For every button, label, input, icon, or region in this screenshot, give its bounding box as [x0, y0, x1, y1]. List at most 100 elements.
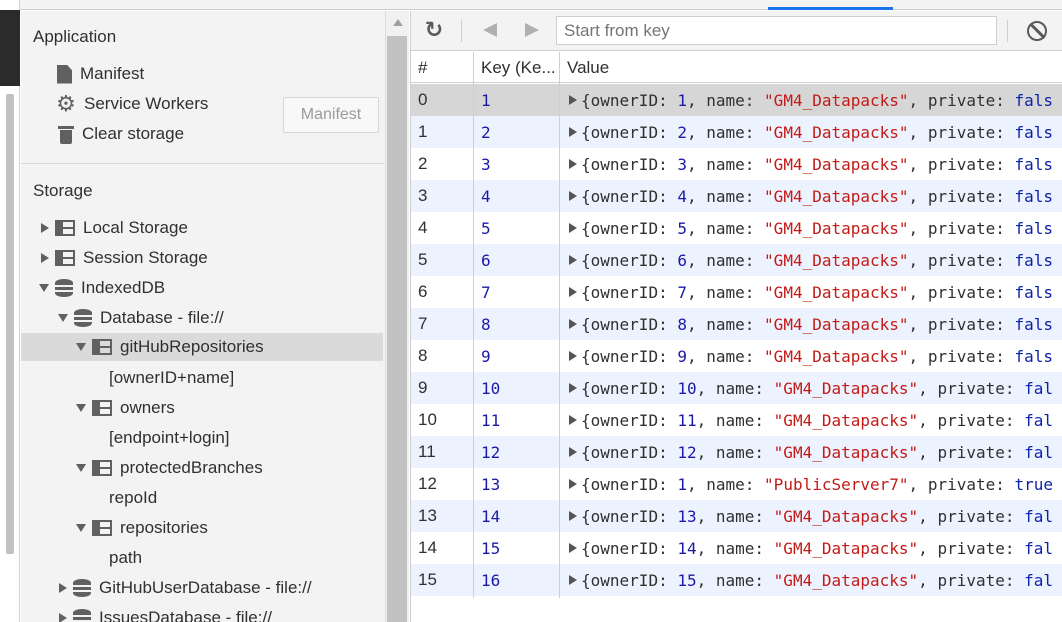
table-row[interactable]: 13 14 {ownerID: 13, name: "GM4_Datapacks",…	[411, 500, 1062, 532]
expand-object-icon[interactable]	[569, 383, 577, 393]
expand-object-icon[interactable]	[569, 287, 577, 297]
sidebar-item-service-workers[interactable]: ⚙ Service Workers	[56, 90, 208, 118]
row-value[interactable]: {ownerID: 11, name: "GM4_Datapacks", pri…	[569, 411, 1053, 430]
table-row[interactable]: 9 10 {ownerID: 10, name: "GM4_Datapacks", …	[411, 372, 1062, 404]
table-row[interactable]: 10 11 {ownerID: 11, name: "GM4_Datapacks",…	[411, 404, 1062, 436]
table-row[interactable]: 4 5 {ownerID: 5, name: "GM4_Datapacks", pr…	[411, 212, 1062, 244]
sidebar-item-label: Manifest	[80, 64, 145, 83]
sidebar-scrollbar[interactable]	[385, 11, 409, 622]
table-row[interactable]: 7 8 {ownerID: 8, name: "GM4_Datapacks", pr…	[411, 308, 1062, 340]
row-value[interactable]: {ownerID: 5, name: "GM4_Datapacks", priv…	[569, 219, 1053, 238]
collapse-arrow-icon[interactable]	[39, 284, 49, 292]
expand-object-icon[interactable]	[569, 415, 577, 425]
row-value[interactable]: {ownerID: 13, name: "GM4_Datapacks", pri…	[569, 507, 1053, 526]
row-value[interactable]: {ownerID: 3, name: "GM4_Datapacks", priv…	[569, 155, 1053, 174]
sidebar-item-store-owners[interactable]: owners	[76, 394, 175, 422]
collapse-arrow-icon[interactable]	[76, 343, 86, 351]
row-value[interactable]: {ownerID: 1, name: "PublicServer7", priv…	[569, 475, 1053, 494]
table-row[interactable]: 6 7 {ownerID: 7, name: "GM4_Datapacks", pr…	[411, 276, 1062, 308]
scroll-up-arrow-icon[interactable]	[393, 19, 403, 26]
sidebar-item-index[interactable]: [endpoint+login]	[109, 424, 230, 452]
clear-object-store-icon[interactable]	[1027, 21, 1047, 41]
expand-arrow-icon[interactable]	[41, 223, 49, 233]
sidebar-item-issuesdatabase[interactable]: IssuesDatabase - file://	[59, 604, 272, 622]
table-row[interactable]: 5 6 {ownerID: 6, name: "GM4_Datapacks", pr…	[411, 244, 1062, 276]
row-value[interactable]: {ownerID: 6, name: "GM4_Datapacks", priv…	[569, 251, 1053, 270]
row-value[interactable]: {ownerID: 7, name: "GM4_Datapacks", priv…	[569, 283, 1053, 302]
next-page-icon[interactable]	[525, 23, 539, 37]
column-header-key[interactable]: Key (Ke...	[481, 58, 556, 78]
expand-arrow-icon[interactable]	[41, 253, 49, 263]
sidebar-item-clear-storage[interactable]: Clear storage	[58, 120, 184, 148]
table-row[interactable]: 12 13 {ownerID: 1, name: "PublicServer7", …	[411, 468, 1062, 500]
row-value[interactable]: {ownerID: 4, name: "GM4_Datapacks", priv…	[569, 187, 1053, 206]
expand-object-icon[interactable]	[569, 159, 577, 169]
sidebar-item-index[interactable]: [ownerID+name]	[109, 364, 234, 392]
start-from-key-input[interactable]	[556, 16, 997, 45]
collapse-arrow-icon[interactable]	[76, 464, 86, 472]
expand-object-icon[interactable]	[569, 447, 577, 457]
sidebar-item-indexeddb[interactable]: IndexedDB	[39, 274, 165, 302]
sidebar-item-store-protectedbranches[interactable]: protectedBranches	[76, 454, 263, 482]
prop-value: 13	[677, 507, 697, 526]
refresh-icon[interactable]: ↻	[423, 19, 445, 41]
table-row[interactable]: 11 12 {ownerID: 12, name: "GM4_Datapacks",…	[411, 436, 1062, 468]
expand-object-icon[interactable]	[569, 479, 577, 489]
row-value[interactable]: {ownerID: 12, name: "GM4_Datapacks", pri…	[569, 443, 1053, 462]
table-row[interactable]: 15 16 {ownerID: 15, name: "GM4_Datapacks",…	[411, 564, 1062, 596]
expand-object-icon[interactable]	[569, 223, 577, 233]
sidebar-item-database[interactable]: Database - file://	[58, 304, 224, 332]
row-value[interactable]: {ownerID: 14, name: "GM4_Datapacks", pri…	[569, 539, 1053, 558]
table-row[interactable]: 0 1 {ownerID: 1, name: "GM4_Datapacks", pr…	[411, 84, 1062, 116]
prop-name: private	[927, 219, 996, 238]
prop-value: 4	[677, 187, 687, 206]
column-header-index[interactable]: #	[418, 58, 427, 78]
prop-name: name	[706, 219, 745, 238]
expand-object-icon[interactable]	[569, 255, 577, 265]
sidebar-item-index[interactable]: path	[109, 544, 142, 572]
row-value[interactable]: {ownerID: 1, name: "GM4_Datapacks", priv…	[569, 91, 1053, 110]
column-header-value[interactable]: Value	[567, 58, 609, 78]
expand-object-icon[interactable]	[569, 575, 577, 585]
row-value[interactable]: {ownerID: 10, name: "GM4_Datapacks", pri…	[569, 379, 1053, 398]
manifest-tooltip-button[interactable]: Manifest	[283, 97, 379, 133]
row-value[interactable]: {ownerID: 15, name: "GM4_Datapacks", pri…	[569, 571, 1053, 590]
expand-object-icon[interactable]	[569, 127, 577, 137]
row-value[interactable]: {ownerID: 9, name: "GM4_Datapacks", priv…	[569, 347, 1053, 366]
sidebar-item-index[interactable]: repoId	[109, 484, 157, 512]
table-row[interactable]: 1 2 {ownerID: 2, name: "GM4_Datapacks", pr…	[411, 116, 1062, 148]
collapse-arrow-icon[interactable]	[76, 524, 86, 532]
collapse-arrow-icon[interactable]	[58, 314, 68, 322]
page-scrollbar[interactable]	[6, 94, 14, 554]
prop-value: "GM4_Datapacks"	[773, 443, 919, 462]
expand-object-icon[interactable]	[569, 95, 577, 105]
table-icon	[92, 339, 112, 355]
prop-value: 15	[677, 571, 697, 590]
expand-arrow-icon[interactable]	[59, 583, 67, 593]
previous-page-icon[interactable]	[483, 23, 497, 37]
table-row[interactable]: 14 15 {ownerID: 14, name: "GM4_Datapacks",…	[411, 532, 1062, 564]
sidebar-item-manifest[interactable]: Manifest	[57, 60, 144, 88]
sidebar-item-local-storage[interactable]: Local Storage	[41, 214, 188, 242]
expand-object-icon[interactable]	[569, 543, 577, 553]
row-value[interactable]: {ownerID: 2, name: "GM4_Datapacks", priv…	[569, 123, 1053, 142]
sidebar-item-store-repositories[interactable]: repositories	[76, 514, 208, 542]
table-row[interactable]: 3 4 {ownerID: 4, name: "GM4_Datapacks", pr…	[411, 180, 1062, 212]
sidebar-item-store-githubrepositories[interactable]: gitHubRepositories	[21, 333, 383, 361]
prop-name: ownerID	[590, 219, 659, 238]
expand-arrow-icon[interactable]	[59, 613, 67, 622]
expand-object-icon[interactable]	[569, 319, 577, 329]
row-index: 4	[418, 218, 428, 237]
table-row[interactable]: 2 3 {ownerID: 3, name: "GM4_Datapacks", pr…	[411, 148, 1062, 180]
prop-name: ownerID	[590, 379, 659, 398]
collapse-arrow-icon[interactable]	[76, 404, 86, 412]
expand-object-icon[interactable]	[569, 351, 577, 361]
sidebar-item-session-storage[interactable]: Session Storage	[41, 244, 208, 272]
expand-object-icon[interactable]	[569, 511, 577, 521]
expand-object-icon[interactable]	[569, 191, 577, 201]
row-value[interactable]: {ownerID: 8, name: "GM4_Datapacks", priv…	[569, 315, 1053, 334]
sidebar-item-githubuserdatabase[interactable]: GitHubUserDatabase - file://	[59, 574, 312, 602]
sidebar-scrollbar-thumb[interactable]	[387, 36, 407, 622]
prop-name: name	[706, 155, 745, 174]
table-row[interactable]: 8 9 {ownerID: 9, name: "GM4_Datapacks", pr…	[411, 340, 1062, 372]
